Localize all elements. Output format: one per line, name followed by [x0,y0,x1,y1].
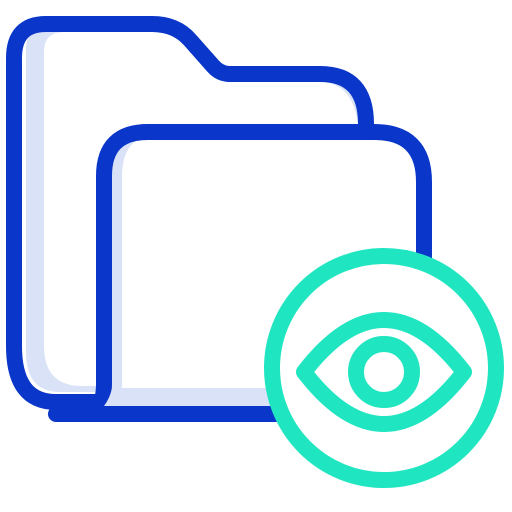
eye-badge-icon [264,248,504,488]
front-folder-bottom-shadow [104,388,290,406]
folder-view-icon [6,16,504,488]
icon-canvas [0,0,512,512]
